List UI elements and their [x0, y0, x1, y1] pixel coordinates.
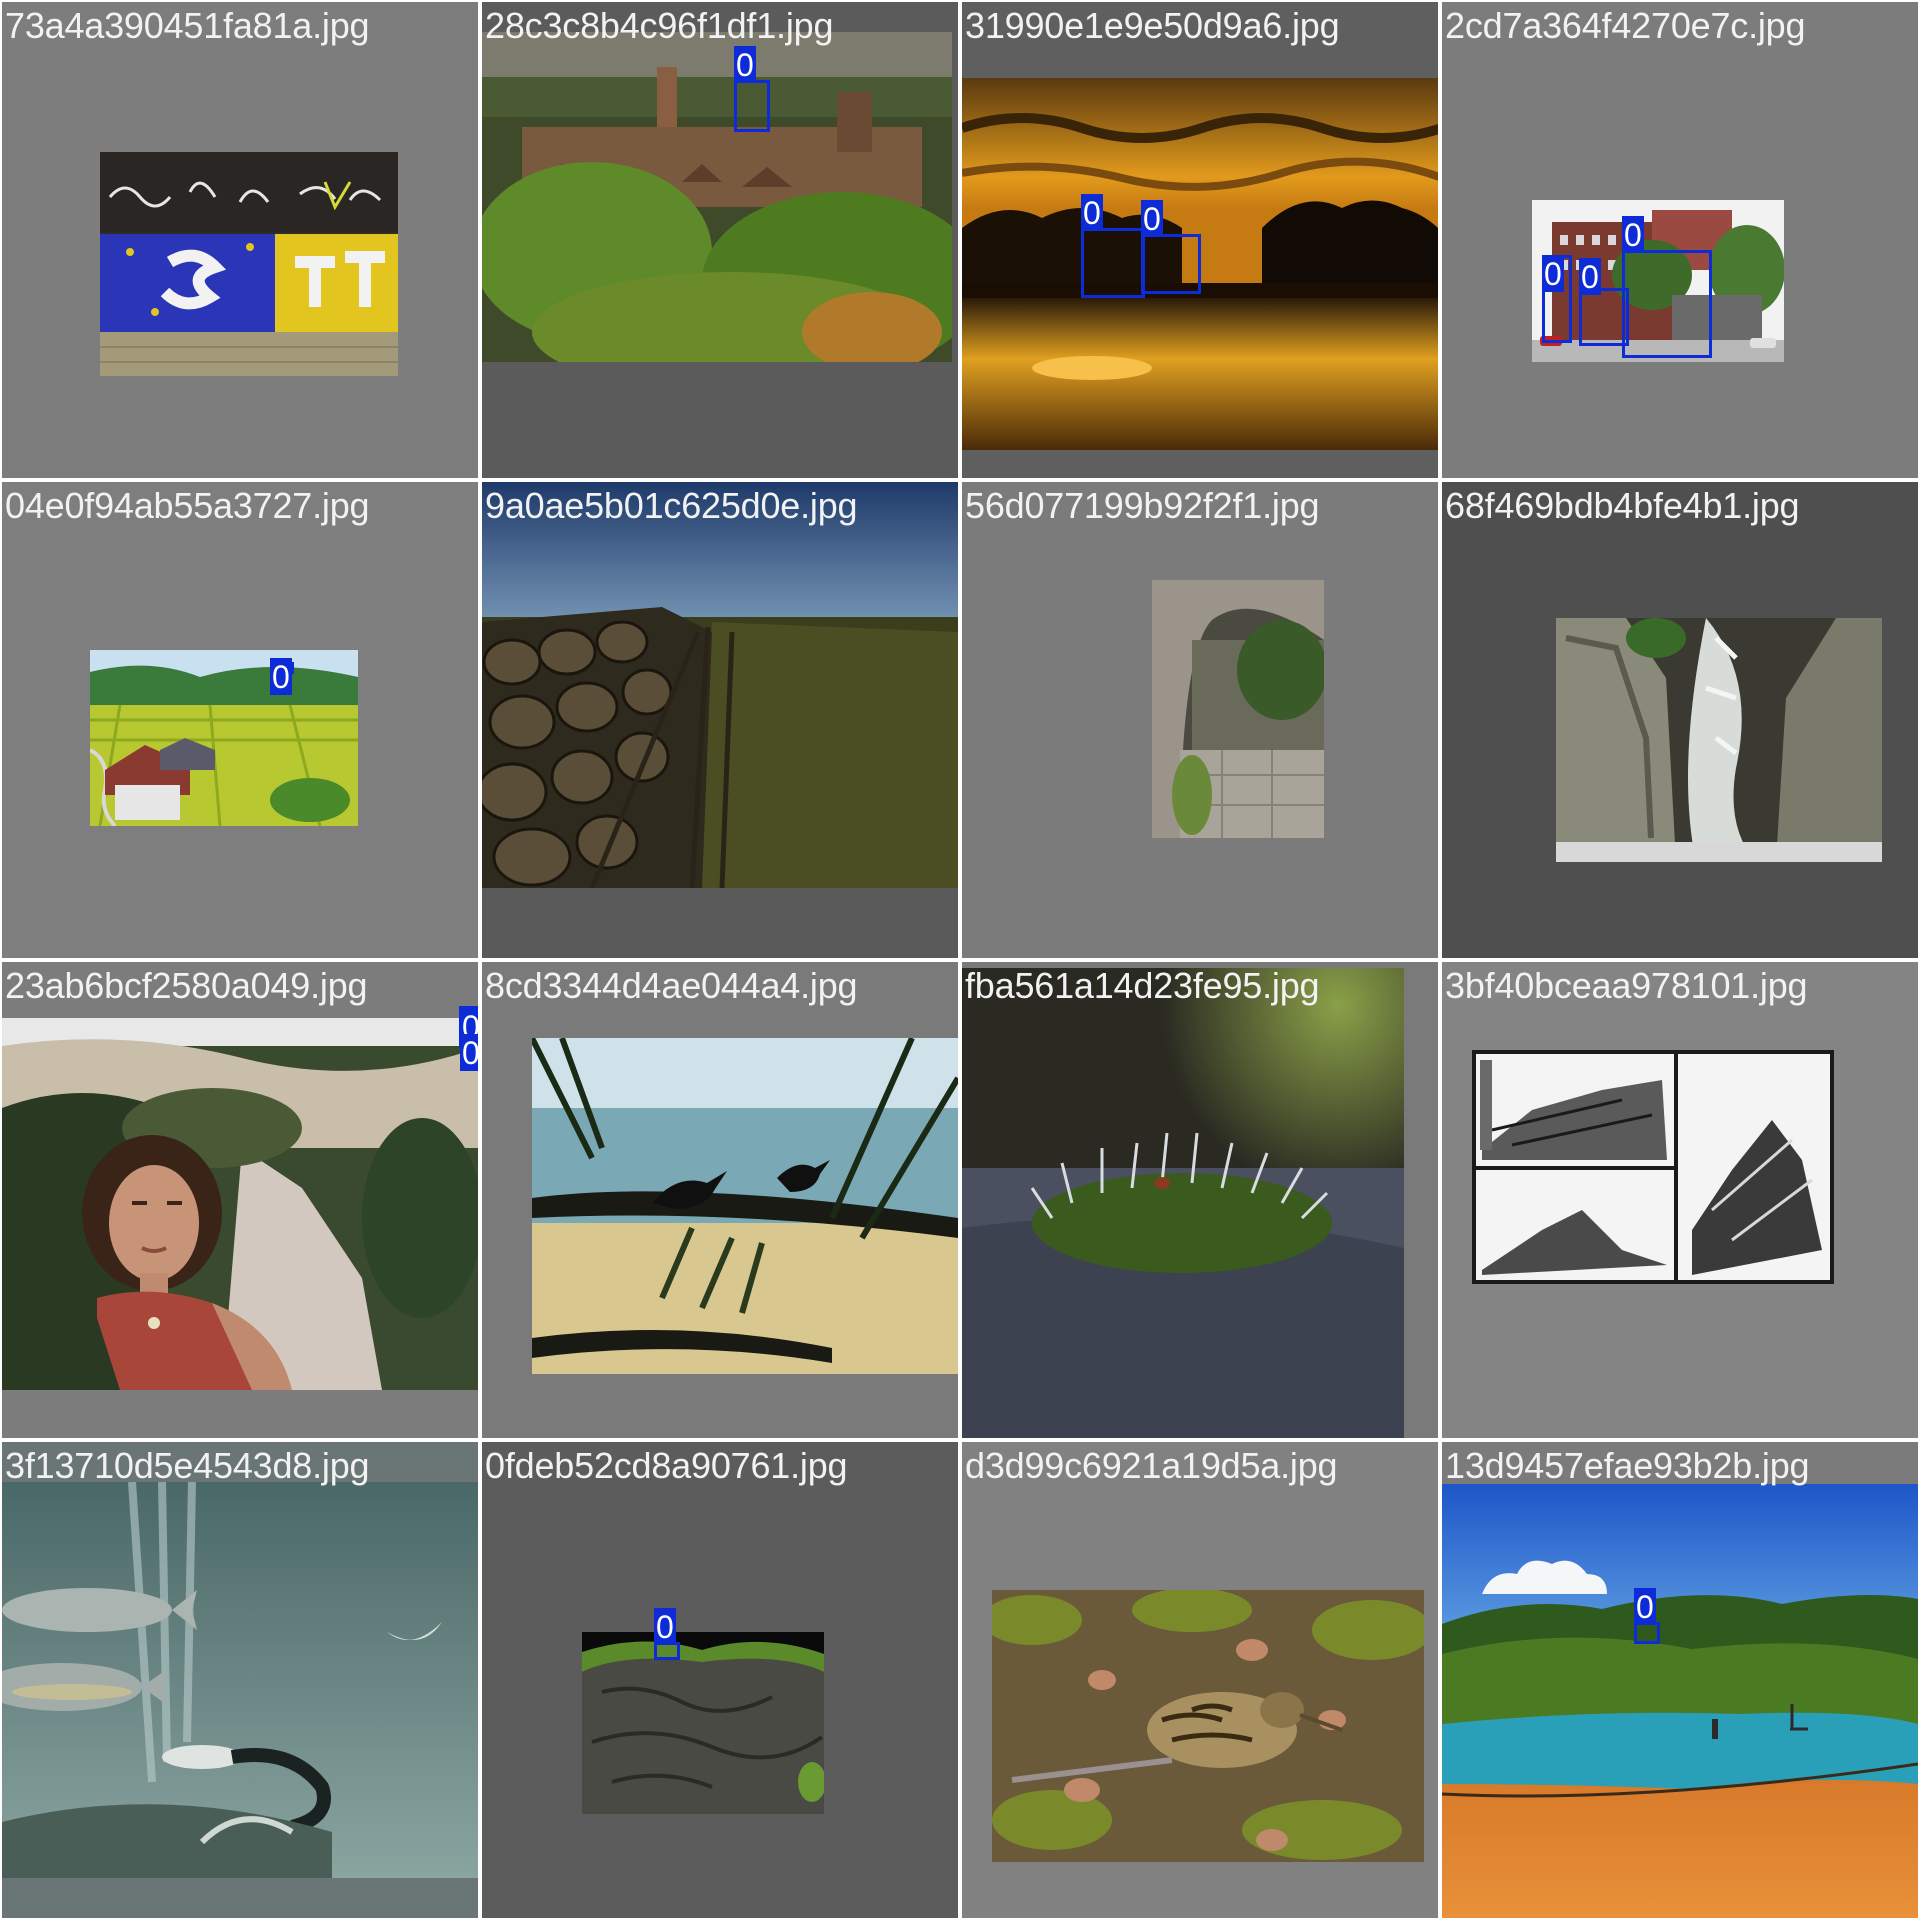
thumbnail-image: [1556, 618, 1882, 862]
mosaic-tile: 0 13d9457efae93b2b.jpg: [1442, 1442, 1918, 1918]
mosaic-tile: 0 28c3c8b4c96f1df1.jpg: [482, 2, 958, 478]
bounding-box: [1141, 234, 1201, 294]
filename-label: 3f13710d5e4543d8.jpg: [5, 1445, 370, 1486]
filename-label: 04e0f94ab55a3727.jpg: [5, 485, 370, 526]
bounding-box: [1081, 228, 1145, 298]
thumbnail-image: [1442, 1484, 1918, 1918]
filename-label: 3bf40bceaa978101.jpg: [1445, 965, 1808, 1006]
image-mosaic-grid: 73a4a390451fa81a.jpg 0 28c3c8b4c96f1df1.…: [0, 0, 1920, 1920]
thumbnail-image: [482, 482, 958, 888]
box-class-label: 0: [654, 1608, 676, 1645]
thumbnail-image: [90, 650, 358, 826]
filename-label: fba561a14d23fe95.jpg: [965, 965, 1320, 1006]
filename-label: 0fdeb52cd8a90761.jpg: [485, 1445, 848, 1486]
mosaic-tile: 0 0 0 2cd7a364f4270e7c.jpg: [1442, 2, 1918, 478]
thumbnail-image: [2, 1482, 478, 1878]
box-class-label: 0: [1081, 194, 1103, 231]
box-class-label: 0: [734, 46, 756, 83]
bounding-box: [734, 80, 770, 132]
thumbnail-image: [992, 1590, 1424, 1862]
bounding-box: [1634, 1622, 1660, 1644]
box-class-label: 0: [1579, 258, 1601, 295]
filename-label: 8cd3344d4ae044a4.jpg: [485, 965, 858, 1006]
box-class-label: 0: [1542, 255, 1564, 292]
thumbnail-image: [532, 1038, 958, 1374]
mosaic-tile: 73a4a390451fa81a.jpg: [2, 2, 478, 478]
mosaic-tile: 0 0fdeb52cd8a90761.jpg: [482, 1442, 958, 1918]
box-class-label: 0: [270, 658, 292, 695]
mosaic-tile: 3f13710d5e4543d8.jpg: [2, 1442, 478, 1918]
thumbnail-image: [2, 1018, 478, 1390]
mosaic-tile: 9a0ae5b01c625d0e.jpg: [482, 482, 958, 958]
box-class-label: 0: [460, 1034, 478, 1071]
mosaic-tile: 3bf40bceaa978101.jpg: [1442, 962, 1918, 1438]
mosaic-tile: 56d077199b92f2f1.jpg: [962, 482, 1438, 958]
mosaic-tile: 8cd3344d4ae044a4.jpg: [482, 962, 958, 1438]
box-class-label: 0: [1141, 200, 1163, 237]
thumbnail-image: [1472, 1050, 1834, 1284]
filename-label: 2cd7a364f4270e7c.jpg: [1445, 5, 1806, 46]
filename-label: 73a4a390451fa81a.jpg: [5, 5, 370, 46]
mosaic-tile: 0 0 23ab6bcf2580a049.jpg: [2, 962, 478, 1438]
filename-label: 13d9457efae93b2b.jpg: [1445, 1445, 1810, 1486]
filename-label: 28c3c8b4c96f1df1.jpg: [485, 5, 834, 46]
mosaic-tile: fba561a14d23fe95.jpg: [962, 962, 1438, 1438]
mosaic-tile: 0 04e0f94ab55a3727.jpg: [2, 482, 478, 958]
mosaic-tile: d3d99c6921a19d5a.jpg: [962, 1442, 1438, 1918]
filename-label: d3d99c6921a19d5a.jpg: [965, 1445, 1338, 1486]
thumbnail-image: [962, 968, 1404, 1438]
filename-label: 68f469bdb4bfe4b1.jpg: [1445, 485, 1800, 526]
filename-label: 9a0ae5b01c625d0e.jpg: [485, 485, 858, 526]
filename-label: 23ab6bcf2580a049.jpg: [5, 965, 368, 1006]
box-class-label: 0: [1622, 216, 1644, 253]
mosaic-tile: 68f469bdb4bfe4b1.jpg: [1442, 482, 1918, 958]
mosaic-tile: 0 0 31990e1e9e50d9a6.jpg: [962, 2, 1438, 478]
thumbnail-image: [482, 32, 952, 362]
filename-label: 56d077199b92f2f1.jpg: [965, 485, 1320, 526]
thumbnail-image: [1152, 580, 1324, 838]
box-class-label: 0: [1634, 1588, 1656, 1625]
filename-label: 31990e1e9e50d9a6.jpg: [965, 5, 1340, 46]
bounding-box: [1622, 250, 1712, 358]
thumbnail-image: [100, 152, 398, 376]
thumbnail-image: [582, 1632, 824, 1814]
